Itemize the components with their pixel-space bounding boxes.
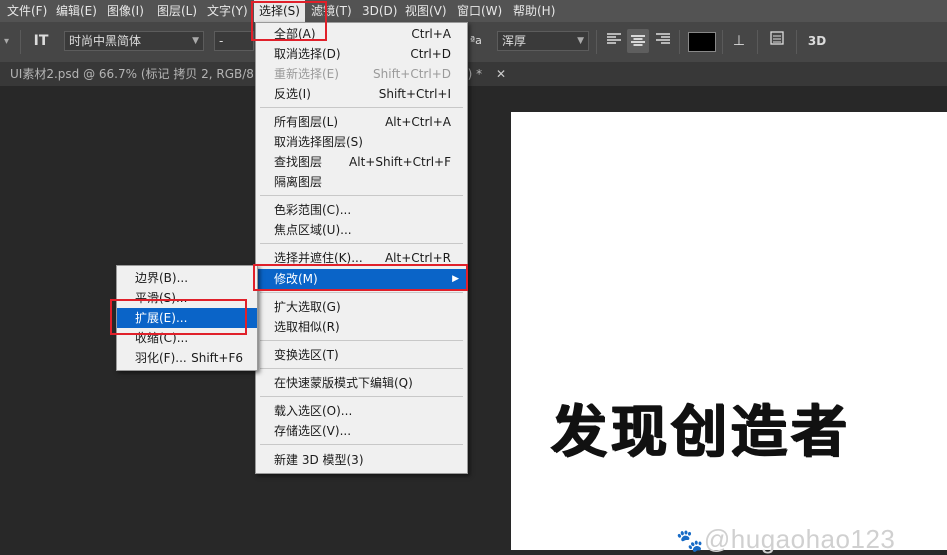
chevron-down-icon: ▼: [577, 36, 584, 46]
menu-image[interactable]: 图像(I): [102, 0, 149, 22]
antialias-select[interactable]: 浑厚 ▼: [497, 31, 589, 51]
canvas-text-layer: 发现创造者: [551, 400, 851, 465]
menu-type[interactable]: 文字(Y): [202, 0, 253, 22]
menu-item-similar[interactable]: 选取相似(R): [256, 317, 467, 337]
warp-text-icon[interactable]: ⊥: [729, 31, 749, 51]
antialias-value: 浑厚: [502, 34, 527, 48]
document-tab-1[interactable]: UI素材2.psd @ 66.7% (标记 拷贝 2, RGB/8) ✕: [2, 62, 287, 86]
text-orientation-icon[interactable]: IT: [30, 31, 52, 51]
menu-item-new-3d-extrusion[interactable]: 新建 3D 模型(3): [256, 450, 467, 470]
menu-item-reselect: 重新选择(E) Shift+Ctrl+D: [274, 67, 451, 81]
menu-window[interactable]: 窗口(W): [452, 0, 507, 22]
character-panel-icon[interactable]: [767, 31, 787, 51]
font-style-select[interactable]: -: [214, 31, 254, 51]
menu-item-all-layers[interactable]: 所有图层(L) Alt+Ctrl+A: [256, 112, 467, 132]
menu-item-grow[interactable]: 扩大选取(G): [256, 297, 467, 317]
tool-preset-chevron-icon[interactable]: ▾: [4, 32, 9, 52]
menu-item-feather[interactable]: 羽化(F)... Shift+F6: [117, 348, 257, 368]
menu-item-save-selection[interactable]: 存储选区(V)...: [256, 421, 467, 441]
chevron-down-icon: ▼: [192, 36, 199, 46]
menu-item-isolate-layers[interactable]: 隔离图层: [256, 172, 467, 192]
menu-view[interactable]: 视图(V): [400, 0, 452, 22]
font-style-value: -: [219, 34, 224, 48]
menu-item-transform-selection[interactable]: 变换选区(T): [256, 345, 467, 365]
document-tab-bar: UI素材2.psd @ 66.7% (标记 拷贝 2, RGB/8) ✕ 8) …: [0, 62, 947, 87]
select-menu-dropdown: 全部(A) Ctrl+A 取消选择(D) Ctrl+D 重新选择(E) Shift+C…: [255, 22, 468, 474]
options-bar: ▾ IT 时尚中黑简体 ▼ - ªa 浑厚 ▼ ⊥ 3D: [0, 22, 947, 63]
menu-item-deselect[interactable]: 取消选择(D) Ctrl+D: [256, 44, 467, 64]
document-canvas[interactable]: 发现创造者 🐾@hugaohao123: [511, 112, 947, 554]
menu-item-find-layers[interactable]: 查找图层 Alt+Shift+Ctrl+F: [256, 152, 467, 172]
align-left-icon[interactable]: [604, 31, 624, 51]
text-color-swatch[interactable]: [688, 32, 716, 52]
document-tab-2[interactable]: 8) * ✕: [460, 62, 514, 86]
annotation-box-modify: [253, 264, 468, 291]
close-icon[interactable]: ✕: [496, 67, 506, 81]
menu-3d[interactable]: 3D(D): [357, 0, 402, 22]
font-family-select[interactable]: 时尚中黑简体 ▼: [64, 31, 204, 51]
menu-edit[interactable]: 编辑(E): [51, 0, 102, 22]
3d-icon[interactable]: 3D: [806, 31, 828, 51]
menu-item-deselect-layers[interactable]: 取消选择图层(S): [256, 132, 467, 152]
menubar: 文件(F) 编辑(E) 图像(I) 图层(L) 文字(Y) 选择(S) 滤镜(T…: [0, 0, 947, 22]
annotation-box-select-menu: [251, 1, 327, 41]
paw-icon: 🐾: [676, 528, 704, 553]
menu-item-focus-area[interactable]: 焦点区域(U)...: [256, 220, 467, 240]
antialias-icon: ªa: [470, 34, 482, 47]
annotation-box-expand: [110, 299, 247, 335]
watermark: 🐾@hugaohao123: [676, 524, 895, 555]
menu-help[interactable]: 帮助(H): [508, 0, 560, 22]
menu-item-border[interactable]: 边界(B)...: [117, 268, 257, 288]
align-right-icon[interactable]: [653, 31, 673, 51]
menu-file[interactable]: 文件(F): [2, 0, 52, 22]
menu-layer[interactable]: 图层(L): [152, 0, 202, 22]
align-center-icon[interactable]: [627, 29, 649, 53]
tab-title: UI素材2.psd @ 66.7% (标记 拷贝 2, RGB/8): [10, 67, 259, 81]
menu-item-inverse[interactable]: 反选(I) Shift+Ctrl+I: [256, 84, 467, 104]
menu-item-load-selection[interactable]: 载入选区(O)...: [256, 401, 467, 421]
menu-item-color-range[interactable]: 色彩范围(C)...: [256, 200, 467, 220]
menu-item-quick-mask[interactable]: 在快速蒙版模式下编辑(Q): [256, 373, 467, 393]
font-family-value: 时尚中黑简体: [69, 34, 142, 48]
